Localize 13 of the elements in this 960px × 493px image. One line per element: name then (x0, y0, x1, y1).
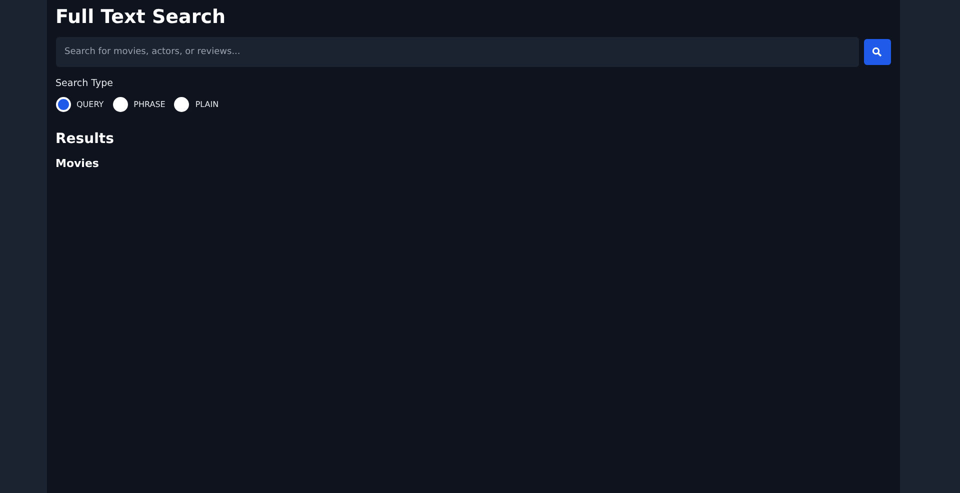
radio-option[interactable]: PHRASE (112, 97, 166, 112)
search-type-label: Search Type (56, 78, 114, 89)
section-heading: Movies (56, 157, 100, 170)
page-title: Full Text Search (56, 5, 227, 30)
search-field[interactable]: Search for movies, actors, or reviews... (56, 37, 858, 67)
radio-option[interactable]: PLAIN (174, 97, 219, 112)
search-button[interactable] (864, 39, 890, 65)
radio-icon[interactable] (112, 97, 128, 112)
radio-icon[interactable] (174, 97, 190, 112)
results-heading: Results (56, 131, 115, 147)
radio-option[interactable]: QUERY (56, 97, 104, 112)
search-icon (872, 47, 882, 57)
radio-icon[interactable] (56, 97, 70, 112)
